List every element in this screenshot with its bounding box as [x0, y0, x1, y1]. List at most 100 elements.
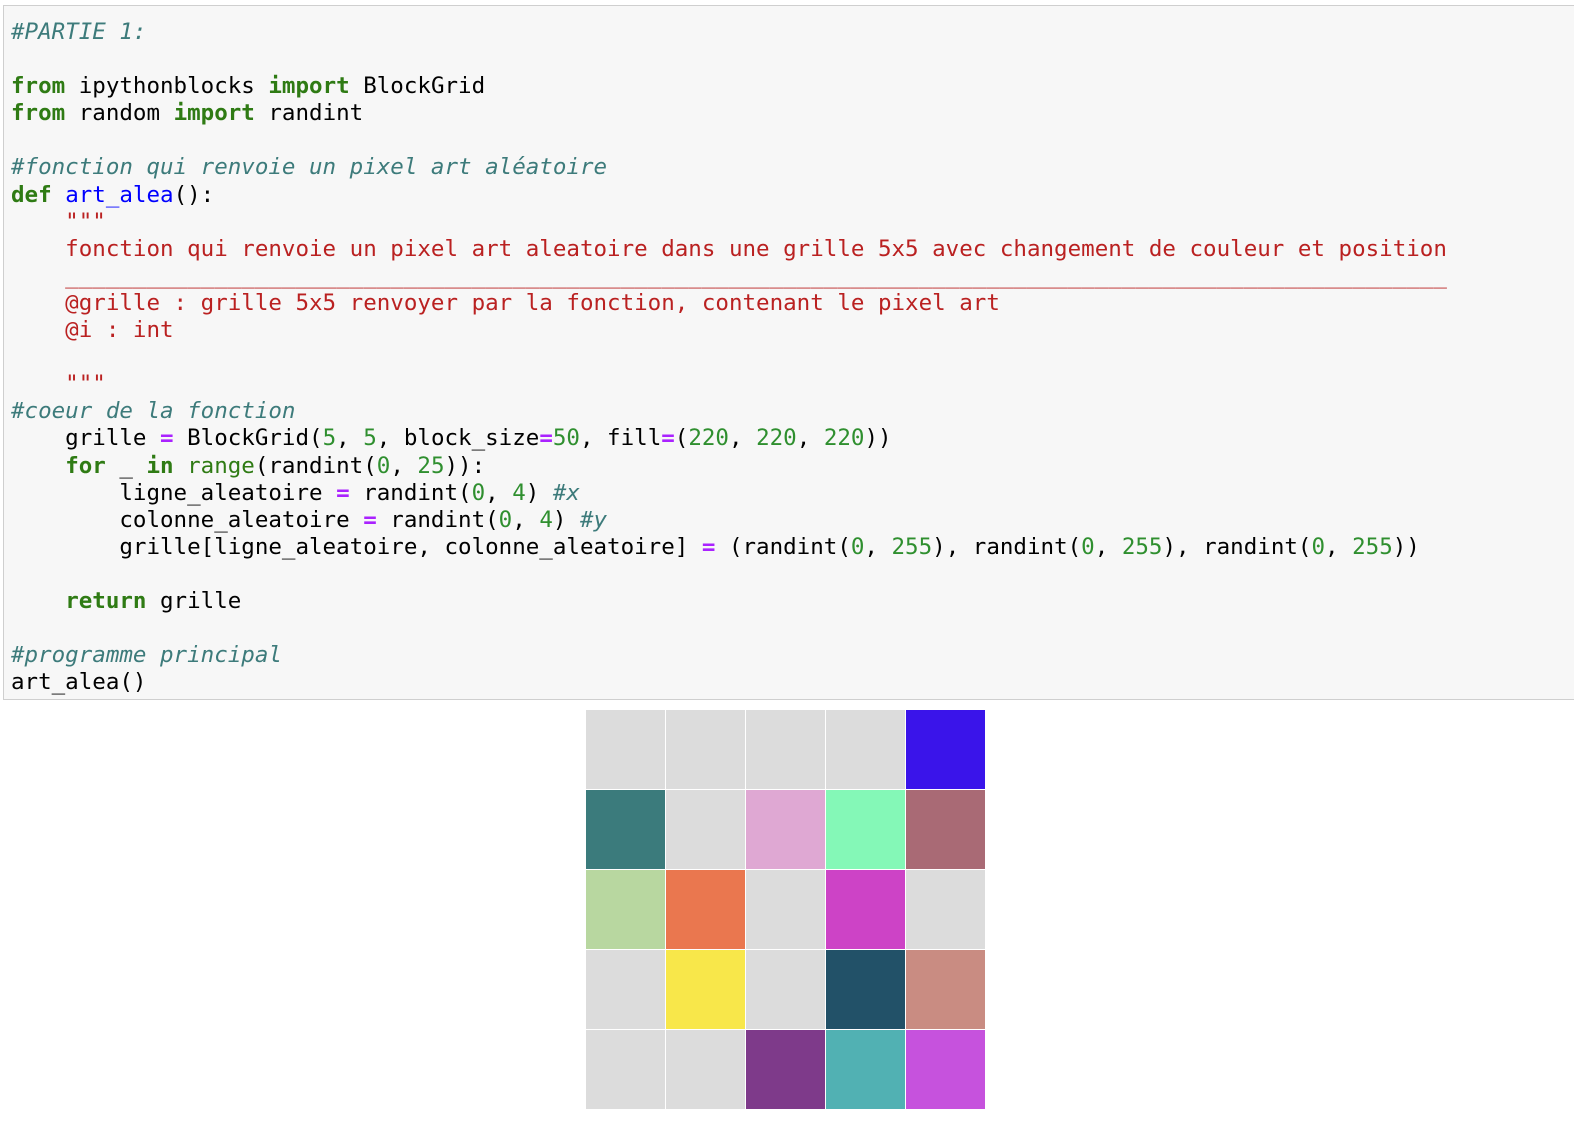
grid-block: [586, 710, 665, 789]
code-token: ________________________________________…: [11, 262, 1447, 289]
code-token: =: [336, 479, 350, 506]
code-line: #fonction qui renvoie un pixel art aléat…: [11, 154, 1447, 181]
code-token: ,: [796, 425, 824, 452]
code-token: 0: [850, 533, 865, 560]
grid-block: [666, 950, 745, 1029]
grid-block: [746, 1030, 825, 1109]
code-line: #PARTIE 1:: [11, 19, 1447, 46]
grid-block: [586, 1030, 665, 1109]
code-token: art_alea(): [11, 669, 147, 696]
code-line: ligne_aleatoire = randint(0, 4) #x: [11, 480, 1447, 507]
code-token: , block_size: [376, 425, 540, 452]
code-token: from: [11, 73, 66, 100]
code-token: grille: [11, 425, 161, 452]
code-token: BlockGrid(: [173, 425, 323, 452]
code-token: ,: [512, 506, 540, 533]
code-token: 4: [512, 479, 526, 506]
code-token: randint: [254, 100, 364, 127]
code-token: grille[ligne_aleatoire, colonne_aleatoir…: [11, 533, 702, 560]
code-line: #coeur de la fonction: [11, 398, 1447, 425]
grid-block: [666, 790, 745, 869]
code-token: ,: [1094, 533, 1122, 560]
code-token: #x: [552, 479, 580, 506]
code-line: """: [11, 209, 1447, 236]
code-line: """: [11, 371, 1447, 398]
code-line: grille = BlockGrid(5, 5, block_size=50, …: [11, 425, 1447, 452]
code-token: fonction qui renvoie un pixel art aleato…: [11, 235, 1447, 262]
code-token: (randint(: [715, 533, 851, 560]
code-token: (: [674, 425, 689, 452]
code-token: range: [187, 452, 255, 479]
code-token: 0: [376, 452, 391, 479]
code-token: #coeur de la fonction: [11, 398, 296, 425]
code-token: return: [65, 587, 147, 614]
code-token: )): [1392, 533, 1420, 560]
code-line: for _ in range(randint(0, 25)):: [11, 453, 1447, 480]
code-token: =: [701, 533, 716, 560]
code-token: ): [552, 506, 580, 533]
code-token: @grille : grille 5x5 renvoyer par la fon…: [11, 289, 1000, 316]
code-token: 0: [1311, 533, 1326, 560]
code-token: )): [864, 425, 892, 452]
code-token: )):: [444, 452, 486, 479]
code-token: 255: [891, 533, 933, 560]
code-line: ________________________________________…: [11, 263, 1447, 290]
grid-block: [906, 790, 985, 869]
code-line: #programme principal: [11, 642, 1447, 669]
code-token: ,: [1325, 533, 1353, 560]
code-line: grille[ligne_aleatoire, colonne_aleatoir…: [11, 534, 1447, 561]
code-token: =: [363, 506, 377, 533]
grid-block: [906, 950, 985, 1029]
code-token: in: [146, 452, 174, 479]
code-token: =: [160, 425, 174, 452]
code-token: ), randint(: [1162, 533, 1312, 560]
code-token: 0: [1081, 533, 1095, 560]
code-token: _: [105, 452, 147, 479]
grid-block: [746, 790, 825, 869]
code-editor[interactable]: #PARTIE 1: from ipythonblocks import Bloc…: [11, 19, 1447, 696]
code-token: 5: [322, 425, 337, 452]
code-token: 220: [688, 425, 729, 452]
grid-block: [586, 870, 665, 949]
code-token: random: [65, 100, 174, 127]
grid-block: [826, 870, 905, 949]
grid-block: [586, 790, 665, 869]
code-token: #programme principal: [11, 642, 282, 669]
grid-block: [666, 1030, 745, 1109]
code-token: 255: [1121, 533, 1163, 560]
code-token: 0: [471, 479, 486, 506]
grid-block: [666, 710, 745, 789]
code-token: """: [11, 208, 106, 235]
code-line: @grille : grille 5x5 renvoyer par la fon…: [11, 290, 1447, 317]
grid-block: [746, 710, 825, 789]
code-token: 220: [823, 425, 865, 452]
code-token: BlockGrid: [349, 73, 486, 100]
code-cell-input[interactable]: #PARTIE 1: from ipythonblocks import Bloc…: [3, 5, 1574, 700]
code-token: (randint(: [254, 452, 377, 479]
code-token: , fill: [579, 425, 662, 452]
code-token: ,: [864, 533, 892, 560]
grid-block: [666, 870, 745, 949]
grid-block: [826, 710, 905, 789]
code-token: ligne_aleatoire: [11, 479, 337, 506]
code-token: 220: [756, 425, 797, 452]
code-token: 0: [498, 506, 513, 533]
grid-block: [826, 1030, 905, 1109]
code-token: ,: [485, 479, 513, 506]
grid-block: [746, 870, 825, 949]
code-line: @i : int: [11, 317, 1447, 344]
grid-block: [826, 950, 905, 1029]
code-line: def art_alea():: [11, 182, 1447, 209]
code-token: ():: [173, 181, 215, 208]
code-token: #PARTIE 1:: [11, 19, 147, 45]
grid-block: [906, 870, 985, 949]
code-token: 4: [539, 506, 553, 533]
code-token: ,: [390, 452, 418, 479]
